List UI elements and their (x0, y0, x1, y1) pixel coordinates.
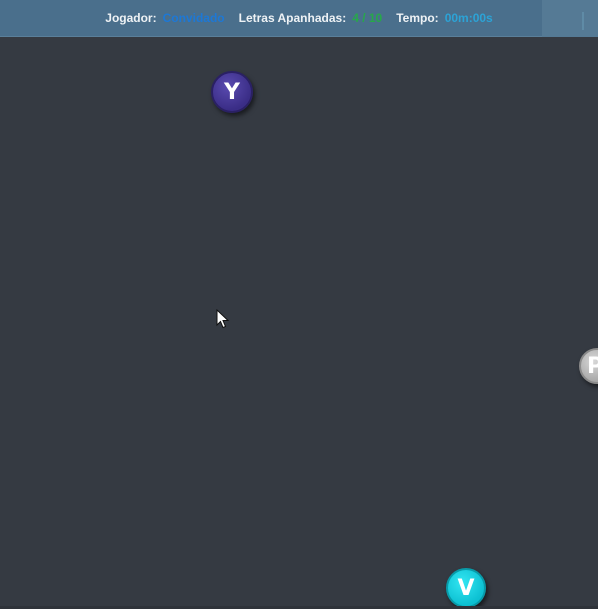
time-label: Tempo: (396, 11, 439, 25)
hud-bar: Jogador: Convidado Letras Apanhadas: 4 /… (0, 0, 598, 37)
letter-ball-v-label: V (457, 575, 475, 601)
player-value: Convidado (162, 11, 225, 25)
letter-ball-p-label: P (587, 353, 598, 379)
player-label: Jogador: (105, 11, 157, 25)
hud-corner-edge (582, 12, 584, 30)
letter-ball-y[interactable]: Y (211, 71, 253, 113)
letters-value: 4 / 10 (352, 11, 383, 25)
game-stage[interactable]: Jogador: Convidado Letras Apanhadas: 4 /… (0, 0, 598, 609)
time-value: 00m:00s (444, 11, 493, 25)
letter-ball-y-label: Y (224, 79, 240, 105)
letter-ball-v[interactable]: V (446, 568, 486, 608)
letters-label: Letras Apanhadas: (238, 11, 347, 25)
letter-ball-p[interactable]: P (579, 348, 598, 384)
mouse-pointer-icon (216, 309, 230, 329)
hud-corner-panel (542, 0, 598, 37)
